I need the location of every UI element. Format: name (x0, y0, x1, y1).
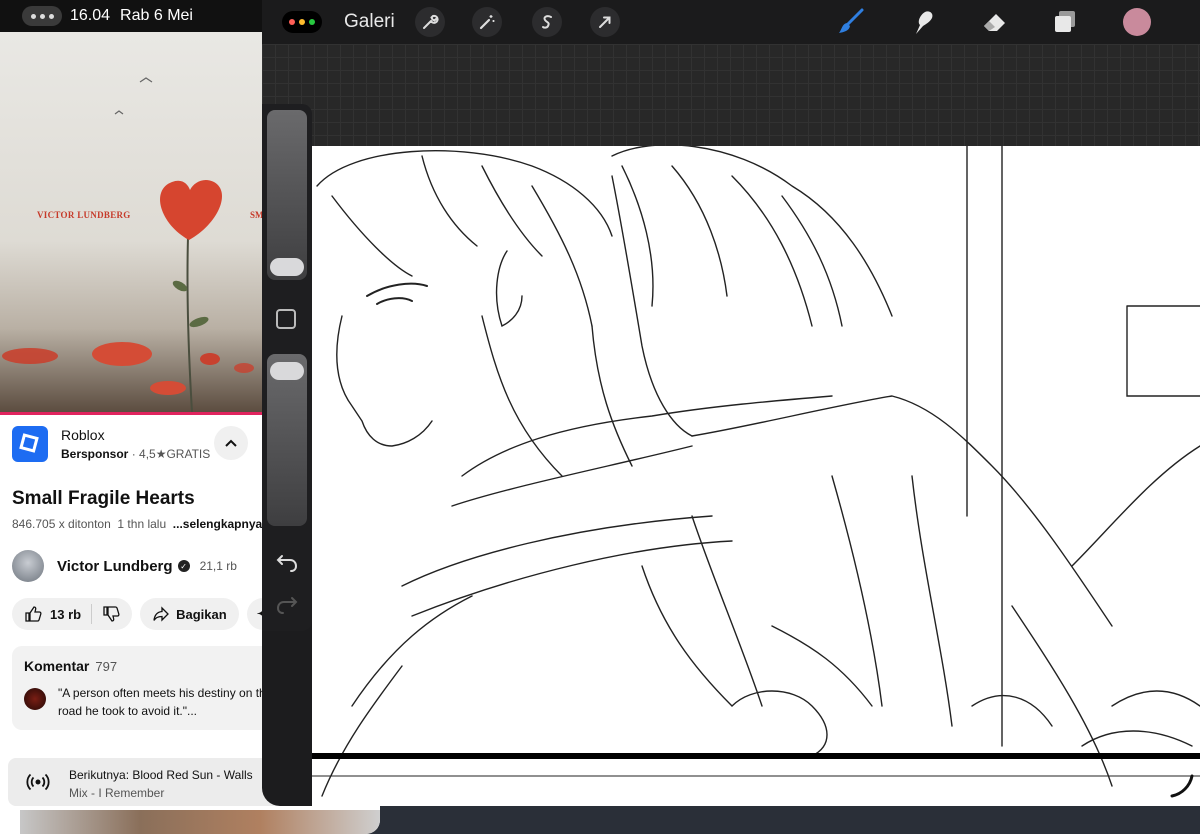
redo-icon[interactable] (274, 592, 300, 618)
thumbs-down-icon[interactable] (102, 605, 120, 623)
color-swatch-circle[interactable] (1123, 8, 1151, 36)
comments-section[interactable]: Komentar 797 "A person often meets his de… (12, 646, 282, 730)
eraser-icon[interactable] (980, 7, 1010, 37)
opacity-handle[interactable] (270, 362, 304, 380)
share-label: Bagikan (176, 606, 227, 622)
status-time: 16.04 (70, 7, 111, 24)
thumbs-up-icon[interactable] (24, 605, 42, 623)
close-dot-icon[interactable] (289, 19, 295, 25)
brush-icon[interactable] (836, 7, 866, 37)
window-controls[interactable] (282, 11, 322, 33)
top-comment-text: "A person often meets his destiny on the… (58, 686, 273, 718)
side-toolbar (262, 104, 312, 631)
color-swatch[interactable] (1122, 7, 1152, 37)
multitasking-dots-icon[interactable] (22, 6, 62, 26)
like-count[interactable]: 13 rb (50, 607, 81, 622)
divider (91, 604, 93, 624)
canvas-background-grid (262, 44, 1200, 146)
comments-count: 797 (95, 659, 118, 674)
upload-age: 1 thn lalu (117, 517, 167, 531)
eyedropper-modify-button[interactable] (276, 309, 296, 329)
subscriber-count: 21,1 rb (199, 559, 237, 573)
channel-row[interactable]: Victor Lundberg ✓ 21,1 rb (12, 548, 237, 584)
chevron-up-icon[interactable] (214, 426, 248, 460)
up-next-prefix: Berikutnya: (69, 768, 130, 782)
smudge-icon[interactable] (908, 7, 938, 37)
view-count: 846.705 x ditonton (12, 517, 111, 531)
up-next-title: Berikutnya: Blood Red Sun - Walls (69, 768, 253, 782)
minimize-dot-icon[interactable] (299, 19, 305, 25)
undo-icon[interactable] (274, 550, 300, 576)
drawing-canvas[interactable] (312, 146, 1200, 806)
opacity-slider[interactable] (267, 354, 307, 526)
brush-size-handle[interactable] (270, 258, 304, 276)
transform-arrow-icon[interactable] (590, 7, 620, 37)
brush-size-slider[interactable] (267, 110, 307, 280)
roblox-logo-icon (12, 426, 48, 462)
like-dislike-group: 13 rb (12, 598, 133, 630)
procreate-window: Galeri (262, 0, 1200, 806)
ad-meta: Bersponsor · 4,5★GRATIS (61, 447, 210, 461)
status-bar: 16.04 Rab 6 Mei (0, 0, 262, 32)
channel-name[interactable]: Victor Lundberg (57, 558, 173, 575)
gallery-button[interactable]: Galeri (344, 11, 395, 33)
resize-handle-icon[interactable] (1168, 772, 1196, 800)
up-next-song: Blood Red Sun - Walls (132, 768, 253, 782)
share-button[interactable]: Bagikan (140, 598, 239, 630)
verified-icon: ✓ (177, 560, 190, 572)
up-next-subtitle: Mix - I Remember (69, 786, 165, 800)
line-art-sketch (312, 146, 1200, 797)
progress-bar[interactable] (0, 412, 262, 415)
up-next-bar[interactable]: Berikutnya: Blood Red Sun - Walls Mix - … (8, 758, 288, 806)
share-icon (153, 606, 169, 622)
magic-wand-icon[interactable] (472, 7, 502, 37)
video-stats: 846.705 x ditonton 1 thn lalu ...selengk… (12, 517, 262, 531)
ad-sponsored-label: Bersponsor (61, 447, 129, 461)
ad-rating: · 4,5★GRATIS (131, 447, 211, 461)
sponsored-ad[interactable]: Roblox Bersponsor · 4,5★GRATIS (0, 416, 262, 476)
status-date: Rab 6 Mei (120, 7, 193, 24)
broadcast-icon (26, 773, 50, 791)
maximize-dot-icon[interactable] (309, 19, 315, 25)
toolbar: Galeri (262, 0, 1200, 44)
ad-app-name: Roblox (61, 427, 105, 443)
thumbnail-strip (20, 810, 380, 834)
avatar[interactable] (12, 550, 44, 582)
action-bar: 13 rb Bagikan ✦ (12, 598, 282, 630)
wrench-icon[interactable] (415, 7, 445, 37)
commenter-avatar (24, 688, 46, 710)
more-link[interactable]: ...selengkapnya (173, 517, 262, 531)
comments-header: Komentar 797 (24, 658, 117, 674)
album-artist-text: VICTOR LUNDBERG (37, 210, 131, 220)
layers-icon[interactable] (1050, 7, 1080, 37)
comments-label: Komentar (24, 658, 90, 674)
selection-icon[interactable] (532, 7, 562, 37)
video-title: Small Fragile Hearts (12, 488, 195, 509)
